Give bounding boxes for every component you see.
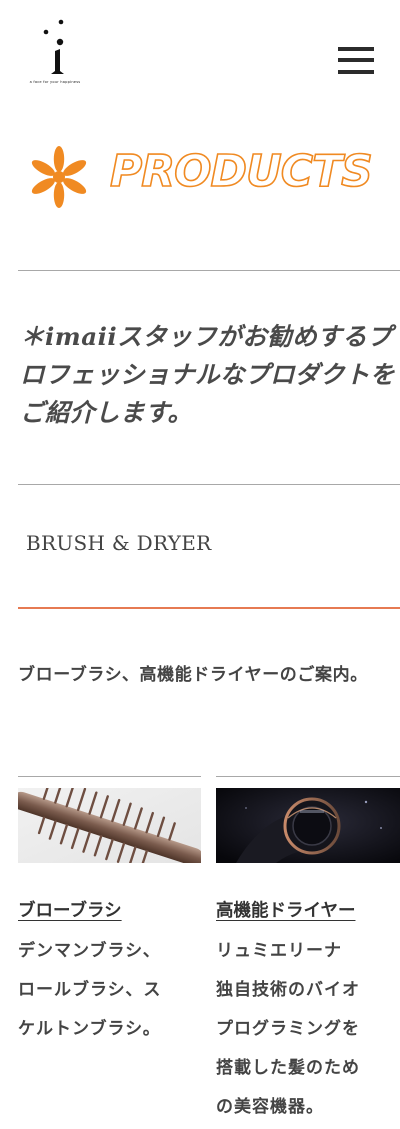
divider [18,484,400,485]
page-title: PRODUCTS [109,145,373,198]
site-header: a face for your happiness [0,0,400,110]
card-divider [216,776,400,777]
card-divider [18,776,201,777]
brush-image[interactable] [18,788,201,863]
intro-text: ＊imaiiスタッフがお勧めするプロフェッショナルなプロダクトをご紹介します。 [20,322,395,427]
divider [18,270,400,271]
section-title: BRUSH & DRYER [26,531,212,555]
brush-photo [18,788,201,863]
dryer-link[interactable]: 高機能ドライヤー [216,897,355,922]
dryer-image[interactable] [216,788,400,863]
hamburger-icon [338,47,374,51]
page-hero: PRODUCTS [24,140,392,208]
dryer-photo [216,788,400,863]
logo-icon [43,19,64,74]
hamburger-menu-button[interactable] [336,45,376,77]
brush-link[interactable]: ブローブラシ [18,897,122,922]
dryer-description: リュミエリーナ 独自技術のバイオ プログラミングを 搭載した髪のため の美容機器… [216,941,360,1117]
logo-tagline: a face for your happiness [29,80,81,84]
section-accent-divider [18,607,400,609]
brush-description: デンマンブラシ、 ロールブラシ、ス ケルトンブラシ。 [18,941,162,1039]
logo[interactable]: a face for your happiness [24,18,86,90]
section-description: ブローブラシ、高機能ドライヤーのご案内。 [18,665,368,685]
asterisk-icon [31,146,87,208]
